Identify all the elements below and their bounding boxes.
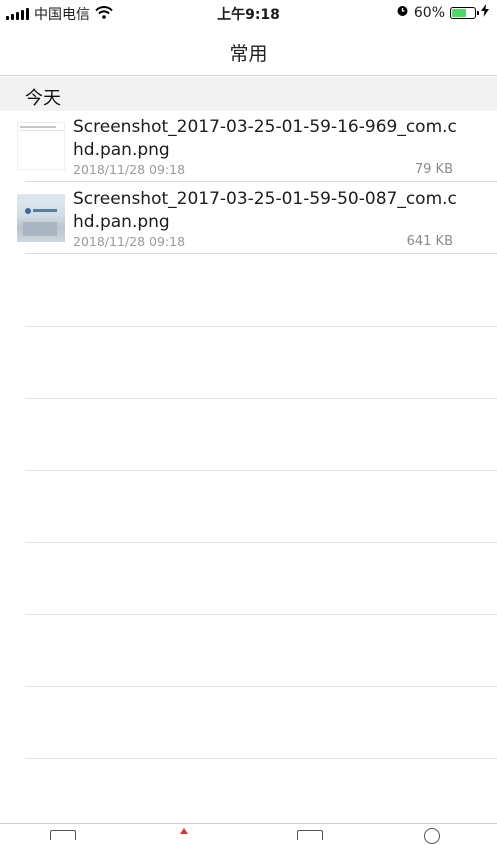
empty-row-divider <box>25 686 497 687</box>
file-date: 2018/11/28 09:18 <box>73 162 186 177</box>
battery-icon <box>450 6 479 19</box>
file-row[interactable]: Screenshot_2017-03-25-01-59-16-969_com.c… <box>0 111 497 182</box>
tab-bar <box>0 823 497 844</box>
tab-upload-icon[interactable] <box>180 828 188 834</box>
alarm-icon <box>396 4 409 21</box>
battery-percent: 60% <box>413 4 445 21</box>
file-size: 79 KB <box>414 162 453 177</box>
empty-row-divider <box>25 614 497 615</box>
empty-row-divider <box>25 398 497 399</box>
empty-row-divider <box>25 470 497 471</box>
tab-folder-icon[interactable] <box>297 830 323 840</box>
navigation-bar: 常用 <box>0 26 497 76</box>
tab-files-icon[interactable] <box>50 830 76 840</box>
file-date: 2018/11/28 09:18 <box>73 234 186 249</box>
row-divider <box>25 181 497 182</box>
file-name: Screenshot_2017-03-25-01-59-50-087_com.c… <box>73 189 457 232</box>
file-row[interactable]: Screenshot_2017-03-25-01-59-50-087_com.c… <box>0 183 497 254</box>
tab-profile-icon[interactable] <box>424 828 440 844</box>
battery-fill <box>452 8 467 17</box>
file-size: 641 KB <box>406 234 453 249</box>
page-title: 常用 <box>229 43 268 65</box>
section-header-today: 今天 <box>0 77 497 111</box>
empty-row-divider <box>25 758 497 759</box>
empty-row-divider <box>25 326 497 327</box>
status-bar: 中国电信 上午9:18 60% <box>0 0 497 26</box>
empty-row-divider <box>25 542 497 543</box>
charging-bolt-icon <box>481 4 489 21</box>
file-thumbnail <box>17 194 65 242</box>
row-divider <box>25 253 497 254</box>
file-name: Screenshot_2017-03-25-01-59-16-969_com.c… <box>73 117 457 160</box>
file-thumbnail <box>17 122 65 170</box>
section-title: 今天 <box>25 88 61 109</box>
